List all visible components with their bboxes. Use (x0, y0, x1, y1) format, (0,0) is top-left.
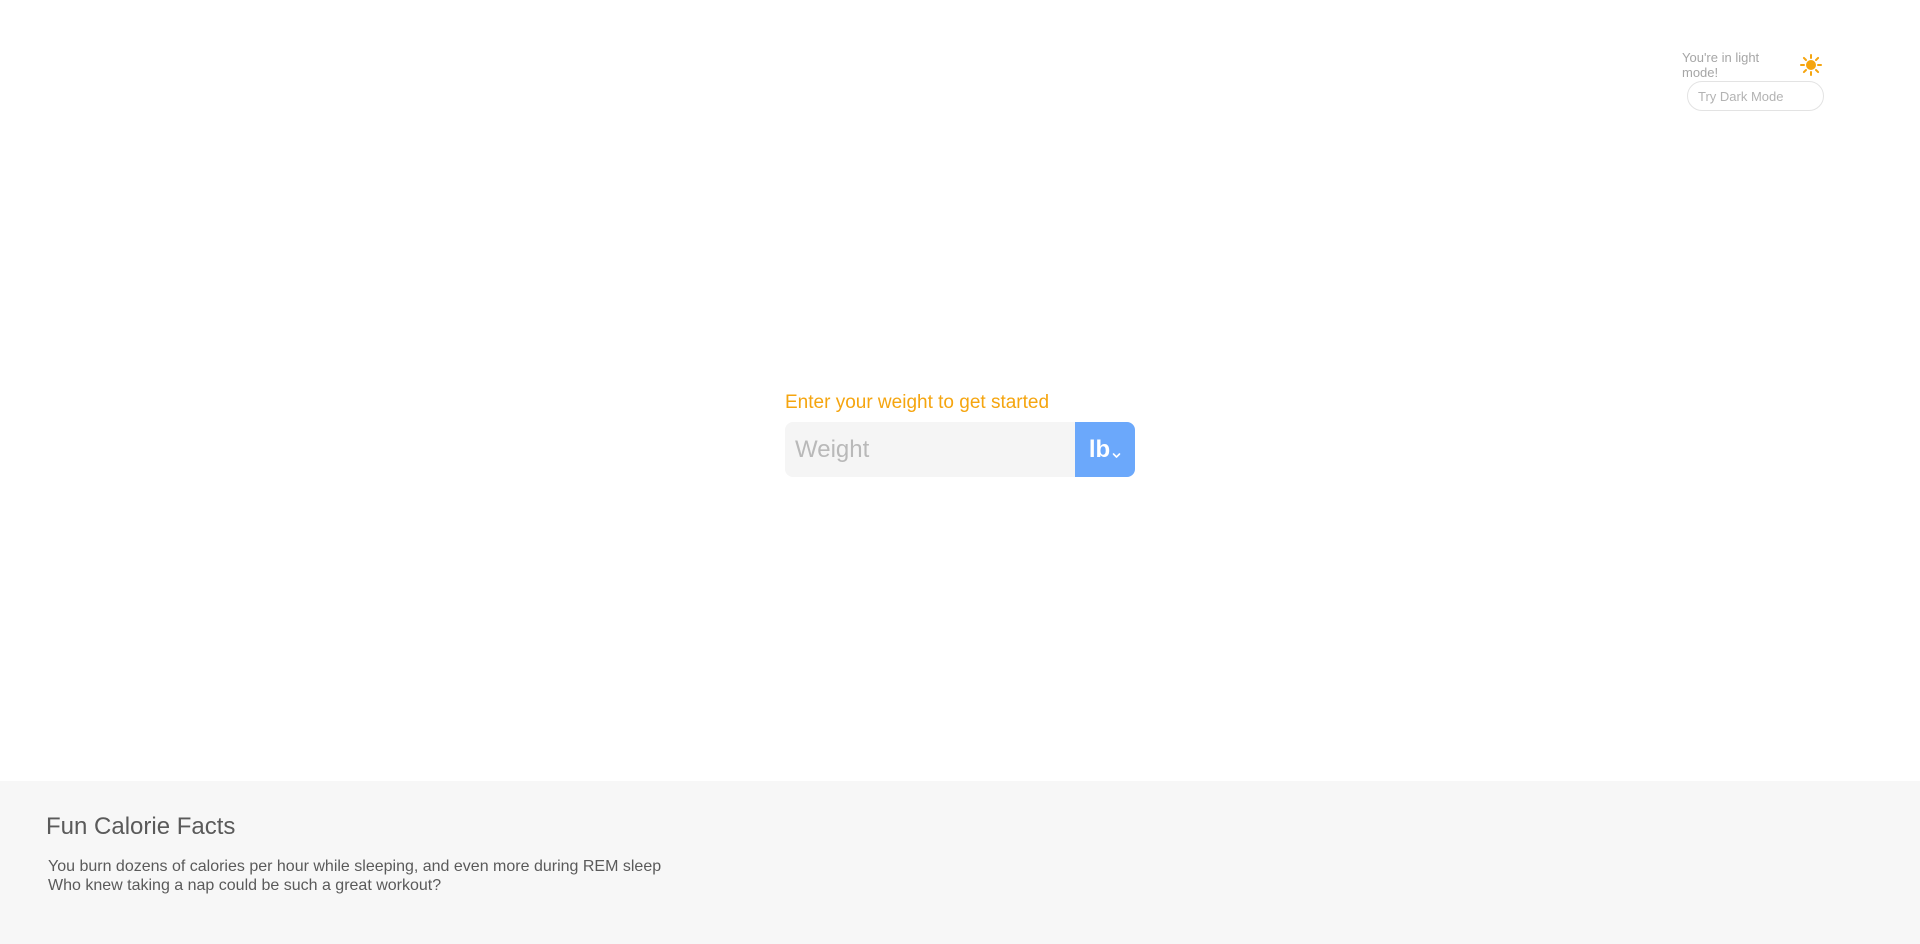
theme-toggle-panel: You're in light mode! Try Dark Mode (1682, 50, 1824, 111)
fact-line: Who knew taking a nap could be such a gr… (48, 877, 442, 894)
dark-mode-button[interactable]: Try Dark Mode (1687, 81, 1824, 111)
sun-icon (1800, 54, 1822, 76)
weight-prompt: Enter your weight to get started (785, 392, 1050, 413)
theme-status-text: You're in light mode! (1682, 50, 1760, 80)
weight-input[interactable] (785, 422, 1075, 477)
chevron-down-icon (1112, 447, 1121, 458)
unit-select-value: lb (1088, 435, 1111, 463)
theme-status: You're in light mode! (1682, 50, 1822, 80)
weight-input-group: lb (785, 422, 1135, 477)
fact-line: You burn dozens of calories per hour whi… (48, 858, 662, 875)
calorie-calculator-page: You're in light mode! Try Dark Mode Ente… (0, 0, 1920, 944)
calorie-facts-section: Fun Calorie Facts You burn dozens of cal… (0, 781, 1920, 944)
unit-select[interactable]: lb (1075, 422, 1135, 477)
facts-title: Fun Calorie Facts (46, 813, 236, 840)
